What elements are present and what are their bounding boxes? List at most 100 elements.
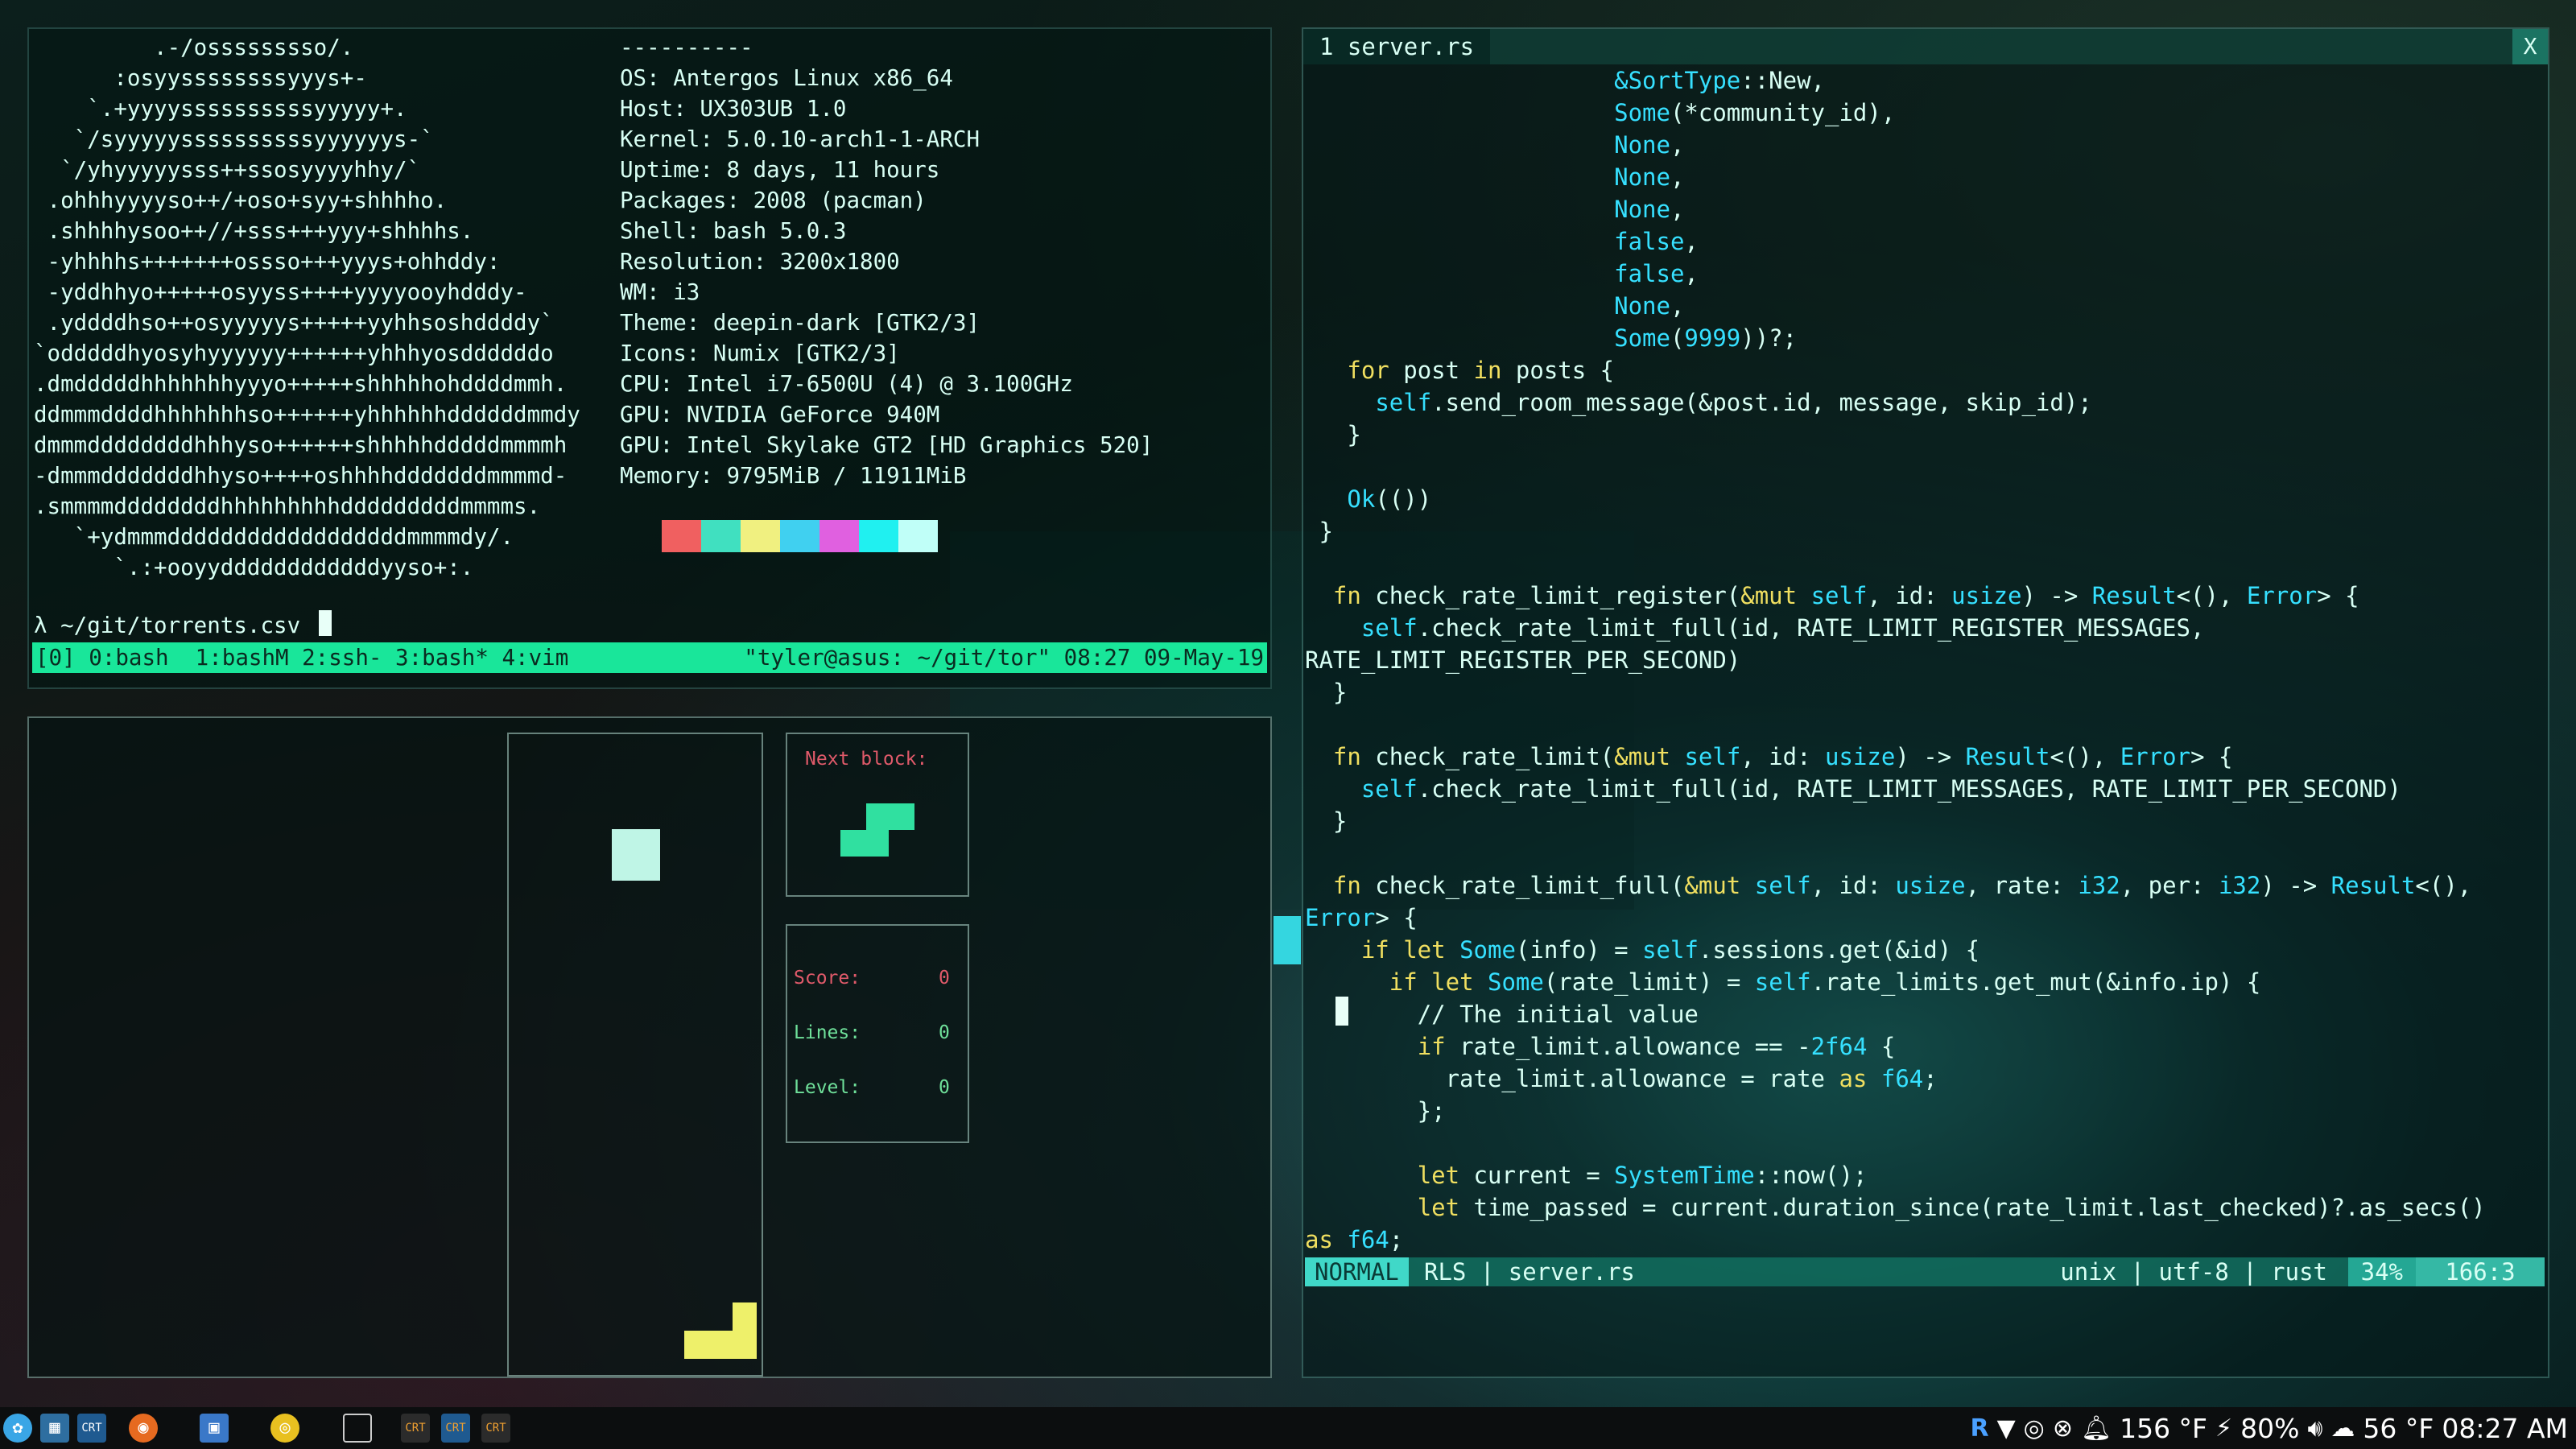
landed-piece bbox=[684, 1302, 757, 1359]
info-line: Memory: 9795MiB / 11911MiB bbox=[620, 463, 967, 489]
info-line: OS: Antergos Linux x86_64 bbox=[620, 65, 953, 91]
system-info: ---------- OS: Antergos Linux x86_64 Host:… bbox=[620, 32, 1153, 491]
shell-prompt[interactable]: λ ~/git/torrents.csv bbox=[34, 610, 332, 641]
system-tray: R ▼ ◎ ⊗ 🔔︎ 156 °F ⚡ 80% 🔊︎ ☁ 56 °F 08:27… bbox=[1970, 1407, 2568, 1449]
ascii-line: -yddhhyo+++++osyyss++++yyyyooyhdddy- bbox=[34, 279, 527, 305]
terminal-crt-icon-4[interactable]: CRT bbox=[481, 1414, 510, 1443]
ascii-line: .shhhhysoo++//+sss+++yyy+shhhhs. bbox=[34, 218, 474, 244]
terminal-crt-icon-3[interactable]: CRT bbox=[441, 1414, 470, 1443]
cpu-temperature: 156 °F bbox=[2120, 1412, 2208, 1444]
ascii-line: :osyyssssssssyyys+- bbox=[34, 65, 367, 91]
scroll-percent: 34% bbox=[2347, 1257, 2416, 1286]
ascii-line: `/yhyyyyysss++ssosyyyyhhy/` bbox=[34, 157, 421, 183]
info-line: ---------- bbox=[620, 35, 753, 60]
file-format: unix | utf-8 | rust bbox=[2060, 1258, 2327, 1286]
tmux-status-bar[interactable]: [0] 0:bash 1:bashM 2:ssh- 3:bash* 4:vim … bbox=[32, 642, 1267, 673]
falling-piece bbox=[612, 829, 660, 881]
editor-cursor bbox=[1335, 997, 1348, 1026]
color-swatches bbox=[662, 520, 938, 552]
chrome-icon[interactable]: ◎ bbox=[270, 1414, 299, 1443]
vim-editor[interactable]: 1 server.rs X &SortType::New, Some(*comm… bbox=[1302, 27, 2549, 1378]
weather-cloud-icon[interactable]: ☁ bbox=[2330, 1414, 2355, 1443]
wifi-icon[interactable]: ▼ bbox=[1997, 1414, 2016, 1443]
color-swatch bbox=[701, 520, 741, 552]
ascii-line: .-/osssssssso/. bbox=[34, 35, 354, 60]
next-block-piece bbox=[840, 803, 914, 857]
vim-statusline: NORMAL RLS | server.rs unix | utf-8 | ru… bbox=[1305, 1257, 2545, 1286]
score-box: Score: 0 Lines: 0 Level: 0 bbox=[786, 924, 969, 1143]
terminal-crt-icon[interactable]: CRT bbox=[77, 1414, 106, 1443]
next-block-label: Next block: bbox=[805, 749, 928, 770]
info-line: Packages: 2008 (pacman) bbox=[620, 188, 927, 213]
level-label: Level: bbox=[794, 1077, 861, 1098]
level-stat: Level: 0 bbox=[794, 1077, 950, 1098]
info-line: CPU: Intel i7-6500U (4) @ 3.100GHz bbox=[620, 371, 1073, 397]
tmux-host-clock: "tyler@asus: ~/git/tor" 08:27 09-May-19 bbox=[744, 645, 1264, 671]
tmux-windows[interactable]: [0] 0:bash 1:bashM 2:ssh- 3:bash* 4:vim bbox=[32, 642, 572, 673]
code-buffer[interactable]: &SortType::New, Some(*community_id), Non… bbox=[1305, 64, 2486, 1256]
lines-value: 0 bbox=[939, 1022, 950, 1043]
color-swatch bbox=[819, 520, 859, 552]
tab-server-rs[interactable]: 1 server.rs bbox=[1303, 29, 1491, 64]
level-value: 0 bbox=[939, 1077, 950, 1098]
color-swatch bbox=[859, 520, 898, 552]
color-swatch bbox=[780, 520, 819, 552]
chrome-tray-icon[interactable]: ◎ bbox=[2024, 1414, 2045, 1443]
ascii-line: .smmmmddddddddhhhhhhhhhdddddddddmmmms. bbox=[34, 493, 541, 519]
cursor-position: 166:3 bbox=[2416, 1257, 2545, 1286]
close-tab-button[interactable]: X bbox=[2512, 29, 2548, 64]
taskbar: ✿ ▦ CRT ◉ ▣ ◎ CRT CRT CRT R ▼ ◎ ⊗ 🔔︎ 156… bbox=[0, 1407, 2576, 1449]
ascii-line: .dmdddddhhhhhhhyyyo+++++shhhhhohddddmmh. bbox=[34, 371, 568, 397]
info-line: Theme: deepin-dark [GTK2/3] bbox=[620, 310, 980, 336]
score-label: Score: bbox=[794, 968, 861, 989]
app-menu-icon[interactable]: ✿ bbox=[3, 1414, 32, 1443]
distro-ascii-logo: .-/osssssssso/. :osyyssssssssyyys+- `.+y… bbox=[34, 32, 580, 583]
lines-stat: Lines: 0 bbox=[794, 1022, 950, 1043]
ascii-line: `.:+ooyyddddddddddddyyso+:. bbox=[34, 555, 474, 580]
ascii-line: .ohhhyyyyso++/+oso+syy+shhhho. bbox=[34, 188, 448, 213]
score-stat: Score: 0 bbox=[794, 968, 950, 989]
info-line: GPU: Intel Skylake GT2 [HD Graphics 520] bbox=[620, 432, 1154, 458]
ascii-line: -yhhhhs+++++++ossso+++yyys+ohhddy: bbox=[34, 249, 501, 275]
info-line: Kernel: 5.0.10-arch1-1-ARCH bbox=[620, 126, 980, 152]
file-info: RLS | server.rs bbox=[1424, 1258, 1635, 1286]
info-line: GPU: NVIDIA GeForce 940M bbox=[620, 402, 940, 427]
terminal-crt-icon-2[interactable]: CRT bbox=[401, 1414, 430, 1443]
info-line: Host: UX303UB 1.0 bbox=[620, 96, 847, 122]
clock[interactable]: 08:27 AM bbox=[2442, 1413, 2568, 1444]
firefox-icon[interactable]: ◉ bbox=[129, 1414, 158, 1443]
window-icon[interactable] bbox=[343, 1414, 372, 1443]
lines-label: Lines: bbox=[794, 1022, 861, 1043]
ascii-line: ddmmmddddhhhhhhhso++++++yhhhhhhddddddmmd… bbox=[34, 402, 580, 427]
info-line: Uptime: 8 days, 11 hours bbox=[620, 157, 940, 183]
ascii-line: `odddddhyosyhyyyyyy++++++yhhhyosddddddo bbox=[34, 341, 554, 366]
terminal-neofetch[interactable]: .-/osssssssso/. :osyyssssssssyyys+- `.+y… bbox=[27, 27, 1272, 689]
info-line: Resolution: 3200x1800 bbox=[620, 249, 900, 275]
tab-bar: 1 server.rs X bbox=[1303, 29, 2548, 64]
tetris-playfield[interactable] bbox=[507, 733, 763, 1377]
prompt-text: λ ~/git/torrents.csv bbox=[34, 613, 314, 638]
ascii-line: dmmmddddddddhhhyso++++++shhhhhdddddmmmmh bbox=[34, 432, 568, 458]
ascii-line: `+ydmmmddddddddddddddddddmmmmdy/. bbox=[34, 524, 514, 550]
ascii-line: -dmmmdddddddhhyso++++oshhhhdddddddmmmmd- bbox=[34, 463, 568, 489]
battery-icon[interactable]: ⚡ bbox=[2215, 1414, 2232, 1443]
sync-icon[interactable]: ⊗ bbox=[2053, 1414, 2073, 1443]
notification-bell-icon[interactable]: 🔔︎ bbox=[2081, 1414, 2112, 1443]
rls-icon[interactable]: R bbox=[1970, 1414, 1988, 1443]
vim-mode: NORMAL bbox=[1305, 1257, 1409, 1286]
info-line: Shell: bash 5.0.3 bbox=[620, 218, 847, 244]
weather-temperature: 56 °F bbox=[2363, 1412, 2434, 1444]
info-line: WM: i3 bbox=[620, 279, 700, 305]
ascii-line: `/syyyyyssssssssssyyyyyys-` bbox=[34, 126, 434, 152]
info-line: Icons: Numix [GTK2/3] bbox=[620, 341, 900, 366]
ascii-line: `.+yyyyssssssssssyyyyy+. bbox=[34, 96, 407, 122]
next-block-box: Next block: bbox=[786, 733, 969, 897]
workspace-grid-icon[interactable]: ▦ bbox=[40, 1414, 69, 1443]
wallpaper-cyan-strip bbox=[1274, 916, 1301, 964]
score-value: 0 bbox=[939, 968, 950, 989]
terminal-tetris[interactable]: Next block: Score: 0 Lines: 0 Level: 0 bbox=[27, 716, 1272, 1378]
volume-icon[interactable]: 🔊︎ bbox=[2307, 1414, 2322, 1443]
ascii-line: .yddddhso++osyyyyys+++++yyhhsoshddddy` bbox=[34, 310, 554, 336]
color-swatch bbox=[898, 520, 938, 552]
file-manager-icon[interactable]: ▣ bbox=[200, 1414, 229, 1443]
